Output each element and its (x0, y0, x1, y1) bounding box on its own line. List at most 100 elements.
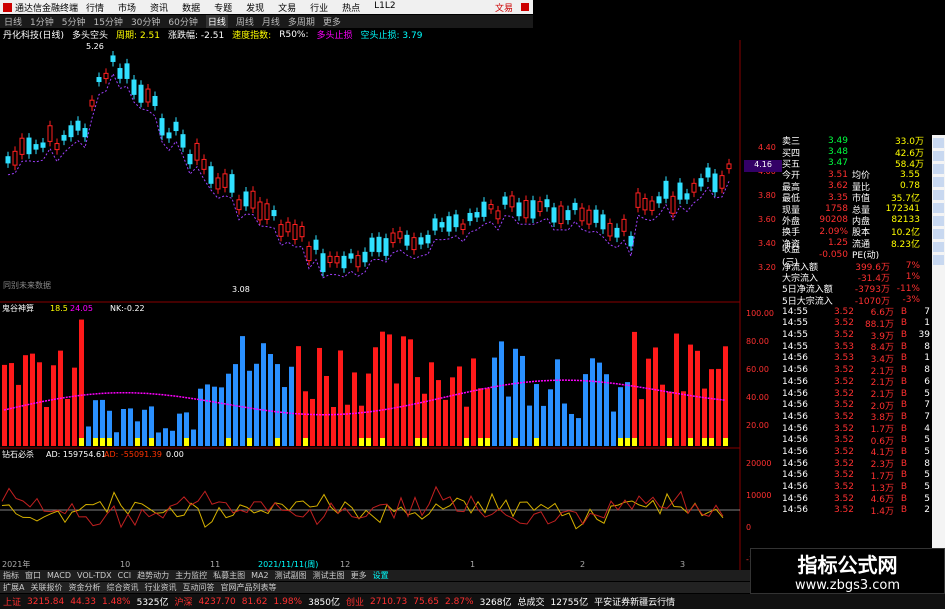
indicator-tab[interactable]: 更多 (351, 570, 367, 581)
menu-item[interactable]: 发现 (246, 1, 264, 14)
tick-time: 14:55 (782, 318, 808, 329)
indicator1-bar (695, 350, 700, 446)
candle-body (481, 201, 487, 217)
indicator1-bar (23, 355, 28, 446)
info-tab[interactable]: 扩展A (3, 582, 24, 593)
sidebar-button[interactable] (933, 151, 944, 161)
tick-count: 2 (924, 505, 930, 516)
index-name[interactable]: 沪深 (175, 595, 193, 608)
indicator-tab[interactable]: 窗口 (25, 570, 41, 581)
tick-row: 14:56 3.52 3.8万 B 7 (782, 411, 930, 424)
indicator-tab[interactable]: MA2 (251, 571, 268, 580)
period-tab[interactable]: 月线 (262, 15, 280, 28)
period-tab[interactable]: 1分钟 (30, 15, 54, 28)
tick-time: 14:55 (782, 306, 808, 317)
menu-item[interactable]: 热点 (342, 1, 360, 14)
candle-body (691, 182, 697, 193)
flow-label: 5日大宗流入 (782, 296, 833, 307)
sidebar-button[interactable] (933, 138, 944, 148)
candle-body (362, 251, 368, 263)
candle-body (642, 198, 648, 211)
menu-item[interactable]: 专题 (214, 1, 232, 14)
menu-item[interactable]: 行业 (310, 1, 328, 14)
tick-row: 14:55 3.52 6.6万 B 7 (782, 306, 930, 319)
sidebar-button[interactable] (933, 216, 944, 226)
candle-body (12, 150, 18, 166)
indicator1-bar (394, 383, 399, 446)
period-tab[interactable]: 周线 (236, 15, 254, 28)
info-tab[interactable]: 综合资讯 (106, 582, 138, 593)
period-tab-active[interactable]: 日线 (205, 15, 228, 28)
candle-body (516, 202, 522, 217)
indicator-tab[interactable]: 测试主图 (313, 570, 345, 581)
ask-price: 3.49 (827, 135, 848, 146)
info-tab[interactable]: 资金分析 (68, 582, 100, 593)
menu-item[interactable]: 资讯 (150, 1, 168, 14)
period-tab[interactable]: 15分钟 (93, 15, 122, 28)
info-tab[interactable]: 官网产品列表等 (220, 582, 276, 593)
indicator-tab[interactable]: MACD (47, 571, 71, 580)
sidebar-button[interactable] (933, 255, 944, 265)
sidebar-button[interactable] (933, 203, 944, 213)
index-name[interactable]: 创业 (346, 595, 364, 608)
indicator1-bar (331, 406, 336, 446)
menu-item[interactable]: 数据 (182, 1, 200, 14)
index-amount: 5325亿 (136, 598, 169, 608)
period-tab[interactable]: 5分钟 (62, 15, 86, 28)
indicator-tab[interactable]: 指标 (3, 570, 19, 581)
info-tab[interactable]: 互动问答 (182, 582, 214, 593)
sidebar-button[interactable] (933, 164, 944, 174)
title-right-label[interactable]: 文易 (495, 1, 521, 14)
tick-direction: B (900, 400, 908, 411)
sidebar-button[interactable] (933, 190, 944, 200)
candle-body (54, 143, 60, 151)
indicator-tab[interactable]: CCI (118, 571, 132, 580)
indicator1-bar (212, 386, 217, 446)
indicator-tab[interactable]: VOL-TDX (77, 571, 112, 580)
period-tab[interactable]: 60分钟 (168, 15, 197, 28)
tick-row: 14:56 3.53 3.4万 B 1 (782, 353, 930, 365)
indicator-tab[interactable]: 设置 (373, 570, 389, 581)
indicator1-bar (667, 391, 672, 446)
chart-area[interactable]: 同别未来数据 5.26 3.08 鬼谷神算 18.5 24.05 NK:-0.2… (0, 40, 780, 570)
tick-time: 14:56 (782, 411, 808, 422)
window-close-icon[interactable] (521, 3, 529, 11)
indicator-tab[interactable]: 趋势动力 (137, 570, 169, 581)
indicator-tab[interactable]: 私募主图 (213, 570, 245, 581)
watermark-title: 指标公式网 (797, 553, 898, 577)
tick-price: 3.52 (833, 435, 854, 446)
tick-row: 14:56 3.52 2.1万 B 5 (782, 388, 930, 401)
candle-body (201, 158, 207, 170)
tick-direction: B (900, 341, 908, 352)
sidebar-button[interactable] (933, 229, 944, 239)
sidebar-button[interactable] (933, 242, 944, 252)
tick-direction: B (900, 446, 908, 457)
tick-row: 14:56 3.52 2.0万 B 7 (782, 399, 930, 412)
menu-item[interactable]: 文易 (278, 1, 296, 14)
indicator1-bar (590, 358, 595, 446)
period-tab[interactable]: 30分钟 (131, 15, 160, 28)
menu-item[interactable]: 市场 (118, 1, 136, 14)
indicator1-bar (86, 426, 91, 446)
indicator1-yellow-bar (247, 438, 252, 446)
menu-item[interactable]: 行情 (86, 1, 104, 14)
period-tab[interactable]: 更多 (323, 15, 341, 28)
app-title: 通达信金融终端 (15, 3, 79, 14)
candle-body (215, 177, 221, 190)
tick-time: 14:56 (782, 458, 808, 469)
tick-direction: B (900, 411, 908, 422)
index-name[interactable]: 上证 (3, 595, 21, 608)
menu-item[interactable]: L1L2 (374, 1, 395, 14)
indicator1-v2: 24.05 (70, 304, 93, 313)
info-tab[interactable]: 行业资讯 (144, 582, 176, 593)
indicator-tab[interactable]: 测试副图 (275, 570, 307, 581)
period-tab[interactable]: 多周期 (288, 15, 315, 28)
tick-time: 14:56 (782, 353, 808, 364)
indicator-tab[interactable]: 主力监控 (175, 570, 207, 581)
candle-body (446, 216, 452, 232)
sidebar-button[interactable] (933, 177, 944, 187)
period-tab[interactable]: 日线 (4, 15, 22, 28)
info-tab[interactable]: 关联报价 (30, 582, 62, 593)
indicator1-bar (352, 372, 357, 446)
stat-value2: 0.78 (899, 181, 920, 192)
